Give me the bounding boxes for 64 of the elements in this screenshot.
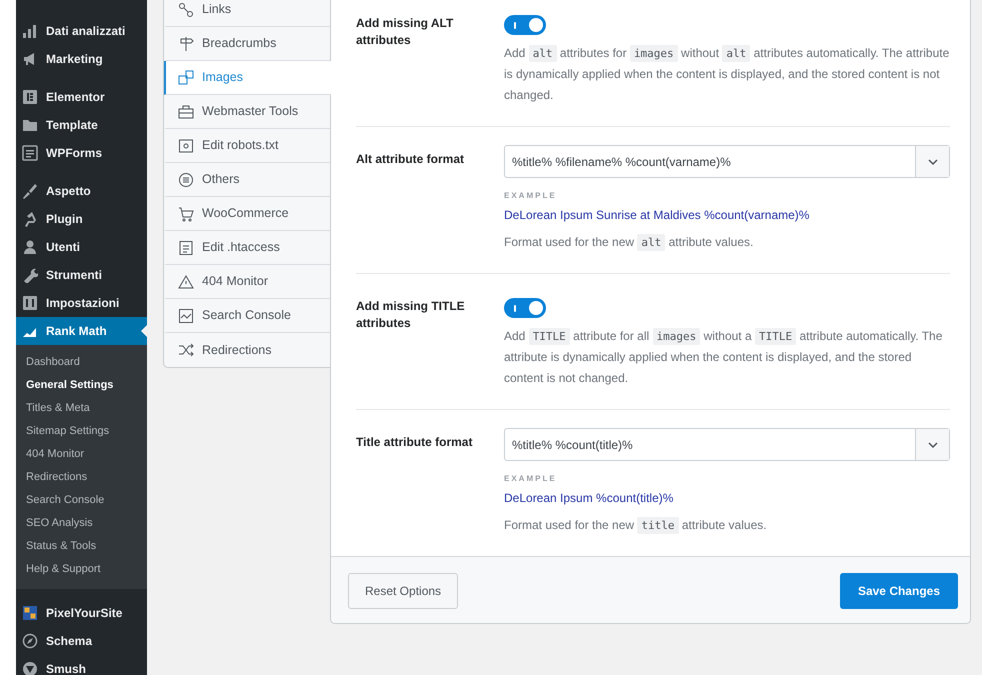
warning-icon bbox=[178, 274, 194, 290]
wrench-icon bbox=[22, 267, 38, 283]
setting-description: Format used for the new alt attribute values. bbox=[504, 233, 754, 253]
brush-icon bbox=[22, 183, 38, 199]
settings-tab[interactable]: Redirections bbox=[164, 333, 330, 367]
setting-label: Add missing TITLE attributes bbox=[356, 298, 466, 332]
document-icon bbox=[178, 240, 194, 256]
sidebar-item[interactable]: Rank Math bbox=[16, 317, 147, 345]
setting-description: Format used for the new title attribute values. bbox=[504, 516, 768, 536]
grid-icon bbox=[22, 605, 38, 621]
format-select[interactable]: %title% %count(title)% bbox=[504, 428, 950, 461]
sidebar-item[interactable]: Dati analizzati bbox=[16, 17, 147, 45]
save-changes-button[interactable]: Save Changes bbox=[840, 573, 958, 609]
sidebar-item[interactable]: Elementor bbox=[16, 83, 147, 111]
submenu-item[interactable]: Status & Tools bbox=[16, 535, 147, 558]
format-select[interactable]: %title% %filename% %count(varname)% bbox=[504, 145, 950, 178]
file-icon bbox=[178, 138, 194, 154]
reset-options-button[interactable]: Reset Options bbox=[348, 573, 458, 609]
submenu-item[interactable]: General Settings bbox=[16, 374, 147, 397]
sidebar-item[interactable]: Schema bbox=[16, 627, 147, 655]
submenu-item[interactable]: SEO Analysis bbox=[16, 512, 147, 535]
example-label: EXAMPLE bbox=[504, 190, 558, 202]
setting-label: Alt attribute format bbox=[356, 151, 465, 168]
sidebar-item[interactable]: Utenti bbox=[16, 233, 147, 261]
line-chart-icon bbox=[178, 308, 194, 324]
submenu-item[interactable]: Titles & Meta bbox=[16, 397, 147, 420]
submenu-item[interactable]: Help & Support bbox=[16, 558, 147, 581]
form-icon bbox=[22, 145, 38, 161]
sidebar-item[interactable]: Marketing bbox=[16, 45, 147, 73]
list-circle-icon bbox=[178, 172, 194, 188]
setting-description: Add TITLE attribute for all images without a TITLE attribute automatically. The attribute is dynamically applied when the content is displayed, and the stored content is not changed. bbox=[504, 327, 944, 387]
sidebar-item[interactable]: Impostazioni bbox=[16, 289, 147, 317]
cart-icon bbox=[178, 206, 194, 222]
submenu-item[interactable]: Dashboard bbox=[16, 351, 147, 374]
sidebar-item[interactable]: PixelYourSite bbox=[16, 599, 147, 627]
submenu-item[interactable]: Redirections bbox=[16, 466, 147, 489]
link-icon bbox=[178, 2, 194, 18]
shuffle-icon bbox=[178, 342, 194, 358]
toolbox-icon bbox=[178, 104, 194, 120]
setting-description: Add alt attributes for images without alt attributes automatically. The attribute is dynamically applied when the content is displayed, and the stored content is not changed. bbox=[504, 44, 950, 104]
submenu-item[interactable]: 404 Monitor bbox=[16, 443, 147, 466]
sidebar-item[interactable]: Strumenti bbox=[16, 261, 147, 289]
compass-icon bbox=[22, 633, 38, 649]
elementor-icon bbox=[22, 89, 38, 105]
settings-tab[interactable]: Images bbox=[164, 61, 331, 95]
folder-icon bbox=[22, 117, 38, 133]
sidebar-item[interactable]: Smush bbox=[16, 655, 147, 675]
sidebar-item[interactable]: Aspetto bbox=[16, 177, 147, 205]
sidebar-item[interactable]: Plugin bbox=[16, 205, 147, 233]
images-icon bbox=[178, 70, 194, 86]
submenu-item[interactable]: Search Console bbox=[16, 489, 147, 512]
signpost-icon bbox=[178, 36, 194, 52]
user-icon bbox=[22, 239, 38, 255]
toggle-switch[interactable] bbox=[504, 298, 546, 318]
sidebar-item[interactable]: WPForms bbox=[16, 139, 147, 167]
setting-label: Add missing ALT attributes bbox=[356, 15, 454, 50]
example-value: DeLorean Ipsum %count(title)% bbox=[504, 490, 674, 507]
toggle-switch[interactable] bbox=[504, 15, 546, 35]
setting-label: Title attribute format bbox=[356, 434, 474, 451]
example-label: EXAMPLE bbox=[504, 473, 558, 485]
bar-chart-icon bbox=[22, 23, 38, 39]
sidebar-item[interactable]: Template bbox=[16, 111, 147, 139]
example-value: DeLorean Ipsum Sunrise at Maldives %count(varname)% bbox=[504, 207, 810, 224]
submenu-item[interactable]: Sitemap Settings bbox=[16, 420, 147, 443]
